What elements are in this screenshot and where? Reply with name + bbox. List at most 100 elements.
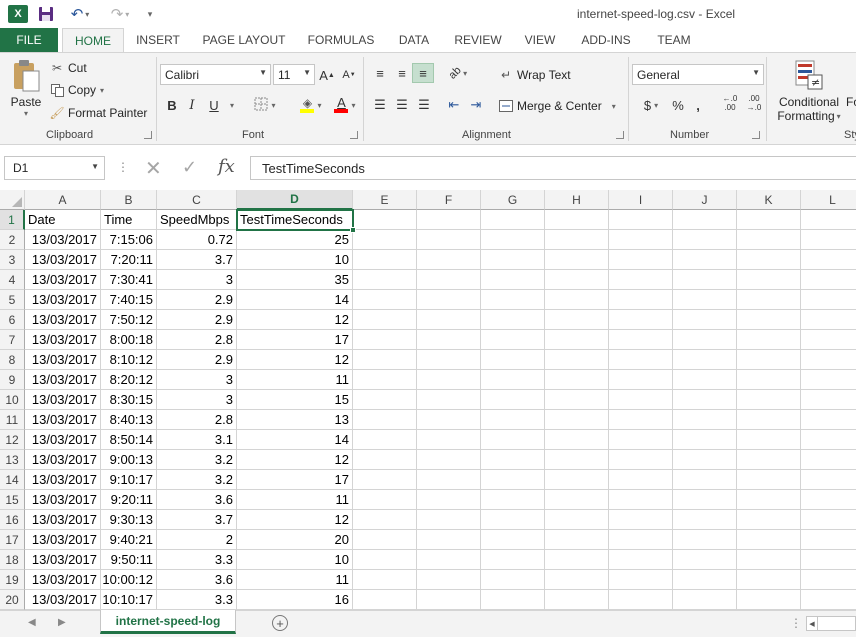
cell-b7[interactable]: 8:00:18 — [101, 330, 157, 350]
cell-h8[interactable] — [545, 350, 609, 370]
cell-k12[interactable] — [737, 430, 801, 450]
cell-j2[interactable] — [673, 230, 737, 250]
cell-a3[interactable]: 13/03/2017 — [25, 250, 101, 270]
cell-l15[interactable] — [801, 490, 856, 510]
cell-j13[interactable] — [673, 450, 737, 470]
cell-b18[interactable]: 9:50:11 — [101, 550, 157, 570]
row-header-9[interactable]: 9 — [0, 370, 25, 390]
formula-input[interactable]: TestTimeSeconds — [250, 156, 856, 180]
cell-j19[interactable] — [673, 570, 737, 590]
save-icon[interactable] — [38, 5, 54, 23]
cell-a2[interactable]: 13/03/2017 — [25, 230, 101, 250]
cell-i6[interactable] — [609, 310, 673, 330]
cell-g16[interactable] — [481, 510, 545, 530]
merge-center-button[interactable]: Merge & Center ▾ — [498, 97, 616, 115]
tab-team[interactable]: TEAM — [648, 28, 700, 52]
tab-view[interactable]: VIEW — [518, 28, 562, 52]
cell-f16[interactable] — [417, 510, 481, 530]
cell-d1[interactable]: TestTimeSeconds — [237, 210, 353, 230]
cell-f7[interactable] — [417, 330, 481, 350]
cell-c1[interactable]: SpeedMbps — [157, 210, 237, 230]
sheet-scroll-right-icon[interactable]: ▶ — [58, 617, 66, 628]
cell-i20[interactable] — [609, 590, 673, 610]
column-header-b[interactable]: B — [101, 190, 157, 210]
cell-j6[interactable] — [673, 310, 737, 330]
align-middle-button[interactable]: ≡ — [392, 63, 412, 83]
cell-a8[interactable]: 13/03/2017 — [25, 350, 101, 370]
cell-i4[interactable] — [609, 270, 673, 290]
cell-e7[interactable] — [353, 330, 417, 350]
redo-icon[interactable]: ↷ ▾ — [106, 5, 134, 23]
scroll-left-arrow-icon[interactable]: ◀ — [806, 616, 818, 631]
cell-f1[interactable] — [417, 210, 481, 230]
cell-d11[interactable]: 13 — [237, 410, 353, 430]
cell-h14[interactable] — [545, 470, 609, 490]
cell-f11[interactable] — [417, 410, 481, 430]
cell-k15[interactable] — [737, 490, 801, 510]
cell-l13[interactable] — [801, 450, 856, 470]
tab-review[interactable]: REVIEW — [448, 28, 508, 52]
row-header-11[interactable]: 11 — [0, 410, 25, 430]
cell-a10[interactable]: 13/03/2017 — [25, 390, 101, 410]
cell-g12[interactable] — [481, 430, 545, 450]
cell-f17[interactable] — [417, 530, 481, 550]
cell-g8[interactable] — [481, 350, 545, 370]
cell-b1[interactable]: Time — [101, 210, 157, 230]
cell-f13[interactable] — [417, 450, 481, 470]
borders-button[interactable]: ▾ — [250, 95, 280, 115]
cell-e18[interactable] — [353, 550, 417, 570]
cell-l16[interactable] — [801, 510, 856, 530]
cell-k18[interactable] — [737, 550, 801, 570]
cell-h11[interactable] — [545, 410, 609, 430]
grow-font-button[interactable]: A ▲ — [319, 65, 335, 85]
cell-l11[interactable] — [801, 410, 856, 430]
increase-decimal-button[interactable]: ←.0 .00 — [720, 93, 740, 113]
cell-i2[interactable] — [609, 230, 673, 250]
cell-h15[interactable] — [545, 490, 609, 510]
row-header-7[interactable]: 7 — [0, 330, 25, 350]
row-header-4[interactable]: 4 — [0, 270, 25, 290]
cell-i19[interactable] — [609, 570, 673, 590]
column-header-k[interactable]: K — [737, 190, 801, 210]
cell-g4[interactable] — [481, 270, 545, 290]
cell-d19[interactable]: 11 — [237, 570, 353, 590]
cell-d6[interactable]: 12 — [237, 310, 353, 330]
sheet-scroll-left-icon[interactable]: ◀ — [28, 617, 36, 628]
tab-page-layout[interactable]: PAGE LAYOUT — [196, 28, 292, 52]
insert-function-icon[interactable]: fx — [218, 156, 235, 177]
cell-g7[interactable] — [481, 330, 545, 350]
row-header-16[interactable]: 16 — [0, 510, 25, 530]
cell-e17[interactable] — [353, 530, 417, 550]
format-as-table-button[interactable]: Fo — [846, 95, 856, 109]
cell-f10[interactable] — [417, 390, 481, 410]
formula-bar-resize-icon[interactable]: ⋮ — [117, 160, 129, 174]
cell-c10[interactable]: 3 — [157, 390, 237, 410]
column-header-d[interactable]: D — [237, 190, 353, 210]
currency-button[interactable]: $ ▾ — [638, 95, 664, 115]
cell-b14[interactable]: 9:10:17 — [101, 470, 157, 490]
cell-a4[interactable]: 13/03/2017 — [25, 270, 101, 290]
column-header-e[interactable]: E — [353, 190, 417, 210]
cell-g19[interactable] — [481, 570, 545, 590]
cell-e3[interactable] — [353, 250, 417, 270]
decrease-indent-button[interactable]: ⇤ — [444, 95, 464, 115]
row-header-18[interactable]: 18 — [0, 550, 25, 570]
cell-l18[interactable] — [801, 550, 856, 570]
cell-j16[interactable] — [673, 510, 737, 530]
sheet-tab-internet-speed-log[interactable]: internet-speed-log — [100, 610, 236, 634]
cell-g15[interactable] — [481, 490, 545, 510]
select-all-button[interactable] — [0, 190, 25, 210]
horizontal-scrollbar[interactable] — [818, 616, 856, 631]
cell-k17[interactable] — [737, 530, 801, 550]
cell-d18[interactable]: 10 — [237, 550, 353, 570]
cell-i12[interactable] — [609, 430, 673, 450]
fill-color-button[interactable]: ◈ ▾ — [294, 95, 328, 115]
cell-e12[interactable] — [353, 430, 417, 450]
tab-data[interactable]: DATA — [390, 28, 438, 52]
cell-k16[interactable] — [737, 510, 801, 530]
align-left-button[interactable]: ☰ — [370, 95, 390, 115]
bold-button[interactable]: B — [164, 95, 180, 115]
cell-c12[interactable]: 3.1 — [157, 430, 237, 450]
cell-e11[interactable] — [353, 410, 417, 430]
comma-button[interactable]: , — [692, 95, 704, 115]
